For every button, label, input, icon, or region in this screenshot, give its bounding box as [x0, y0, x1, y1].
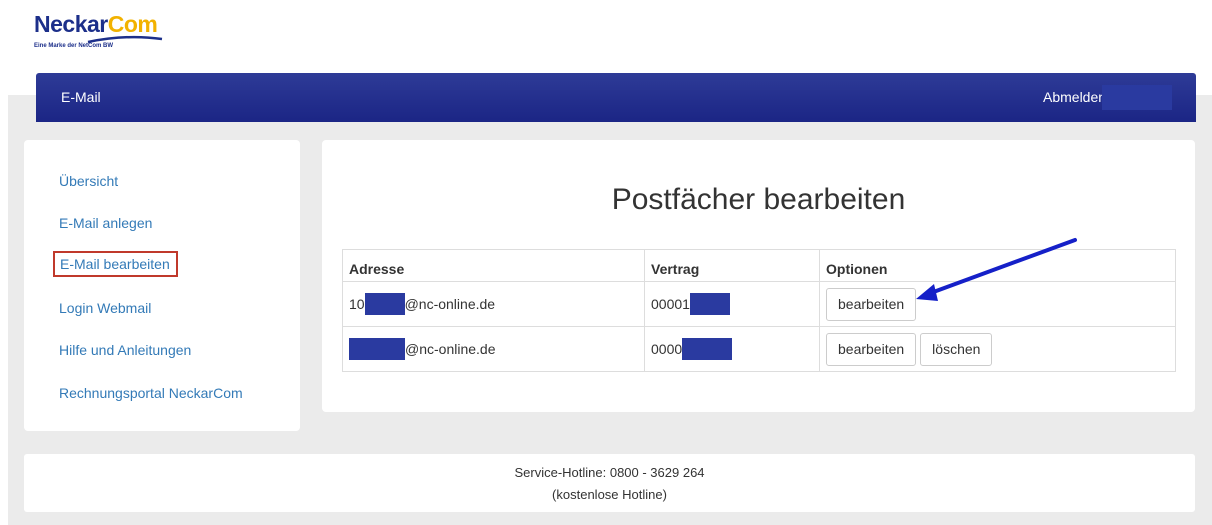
contract-cell: 0000	[644, 326, 820, 372]
redacted-username	[1102, 85, 1172, 110]
address-domain: @nc-online.de	[404, 296, 496, 312]
table-row: 10 @nc-online.de 00001 bearbeiten	[342, 281, 1176, 327]
sidebar-item-rechnungsportal[interactable]: Rechnungsportal NeckarCom	[59, 385, 243, 401]
top-navbar: E-Mail Abmelden	[36, 73, 1196, 122]
sidebar-item-email-anlegen[interactable]: E-Mail anlegen	[59, 215, 152, 231]
sidebar-nav: Übersicht E-Mail anlegen E-Mail bearbeit…	[24, 140, 300, 431]
edit-button[interactable]: bearbeiten	[826, 332, 917, 366]
address-prefix: 10	[349, 296, 365, 312]
delete-button[interactable]: löschen	[920, 332, 993, 366]
sidebar-item-hilfe[interactable]: Hilfe und Anleitungen	[59, 342, 191, 358]
options-cell: bearbeiten	[819, 281, 1176, 327]
address-domain: @nc-online.de	[405, 341, 496, 357]
redacted-address	[364, 293, 405, 315]
address-cell: 10 @nc-online.de	[342, 281, 645, 327]
edit-button[interactable]: bearbeiten	[826, 287, 917, 321]
sidebar-item-email-bearbeiten[interactable]: E-Mail bearbeiten	[53, 251, 178, 277]
table-row: @nc-online.de 0000 bearbeiten löschen	[342, 326, 1176, 372]
footer-hotline-note: (kostenlose Hotline)	[552, 487, 667, 502]
mailbox-table: Adresse Vertrag Optionen 10 @nc-online.de…	[342, 249, 1176, 372]
main-panel: Postfächer bearbeiten Adresse Vertrag Op…	[322, 140, 1195, 412]
column-header-adresse: Adresse	[342, 249, 645, 282]
footer-hotline: Service-Hotline: 0800 - 3629 264	[514, 465, 705, 480]
table-header-row: Adresse Vertrag Optionen	[342, 249, 1176, 282]
column-header-optionen: Optionen	[819, 249, 1176, 282]
navbar-title-email[interactable]: E-Mail	[61, 89, 101, 105]
contract-prefix: 0000	[651, 341, 683, 357]
neckarcom-logo[interactable]: NeckarCom Eine Marke der NetCom BW	[34, 10, 164, 60]
redacted-contract	[689, 293, 730, 315]
sidebar-item-login-webmail[interactable]: Login Webmail	[59, 300, 151, 316]
column-header-vertrag: Vertrag	[644, 249, 820, 282]
contract-prefix: 00001	[651, 296, 690, 312]
contract-cell: 00001	[644, 281, 820, 327]
address-cell: @nc-online.de	[342, 326, 645, 372]
footer: Service-Hotline: 0800 - 3629 264 (kosten…	[24, 454, 1195, 512]
redacted-address	[349, 338, 405, 360]
logout-link[interactable]: Abmelden	[1043, 89, 1106, 105]
redacted-contract	[682, 338, 733, 360]
page-title: Postfächer bearbeiten	[611, 183, 906, 216]
logo-tagline: Eine Marke der NetCom BW	[34, 43, 114, 49]
options-cell: bearbeiten löschen	[819, 326, 1176, 372]
sidebar-item-uebersicht[interactable]: Übersicht	[59, 173, 118, 189]
